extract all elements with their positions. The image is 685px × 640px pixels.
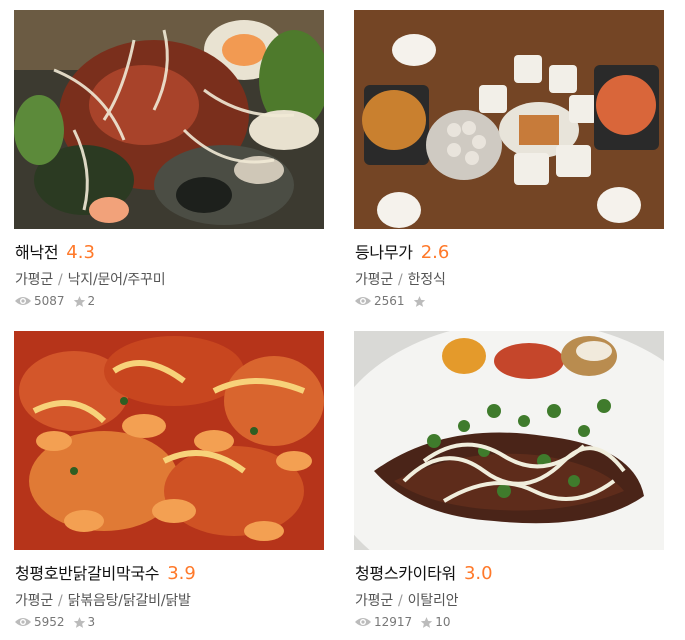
category-label: 한정식: [407, 272, 446, 288]
korean-table-set-photo[interactable]: [354, 10, 664, 229]
eye-icon: [15, 618, 31, 626]
seafood-hotpot-photo[interactable]: [14, 10, 324, 229]
star-icon: [413, 295, 425, 307]
separator: /: [398, 593, 403, 609]
eye-icon: [355, 297, 371, 305]
views-count: 5087: [34, 294, 65, 308]
category-label: 닭볶음탕/닭갈비/닭발: [67, 593, 191, 609]
rating-score: 3.9: [167, 563, 196, 584]
restaurant-name[interactable]: 해낙전: [15, 239, 59, 263]
rating-score: 3.0: [463, 563, 493, 584]
views-stat: 5087: [14, 294, 65, 308]
stats-row: 2561: [354, 294, 436, 308]
stats-row: 5952 3: [14, 615, 103, 629]
restaurant-name[interactable]: 등나무가: [355, 239, 413, 263]
eye-icon: [15, 297, 31, 305]
title-row: 등나무가 2.6: [355, 239, 449, 265]
views-stat: 2561: [354, 294, 405, 308]
rating-score: 4.3: [66, 242, 95, 263]
spicy-chicken-photo[interactable]: [14, 331, 324, 550]
views-count: 2561: [374, 294, 405, 308]
views-count: 5952: [34, 615, 65, 629]
separator: /: [58, 272, 63, 288]
favorites-stat: 3: [73, 615, 96, 629]
region-label: 가평군: [15, 593, 54, 609]
restaurant-name[interactable]: 청평호반닭갈비막국수: [15, 560, 160, 584]
favorites-count: 10: [435, 615, 451, 629]
location-category: 가평군 / 한정식: [355, 269, 446, 289]
title-row: 해낙전 4.3: [15, 239, 95, 265]
views-stat: 12917: [354, 615, 412, 629]
title-row: 청평호반닭갈비막국수 3.9: [15, 560, 196, 586]
star-icon: [73, 295, 85, 307]
views-stat: 5952: [14, 615, 65, 629]
region-label: 가평군: [355, 593, 394, 609]
category-label: 낙지/문어/주꾸미: [67, 272, 166, 288]
category-label: 이탈리안: [407, 593, 459, 609]
favorites-stat: 10: [420, 615, 450, 629]
location-category: 가평군 / 닭볶음탕/닭갈비/닭발: [15, 590, 191, 610]
star-icon: [73, 616, 85, 628]
steak-plate-photo[interactable]: [354, 331, 664, 550]
favorites-count: 3: [87, 615, 96, 629]
region-label: 가평군: [355, 272, 394, 288]
region-label: 가평군: [15, 272, 54, 288]
location-category: 가평군 / 낙지/문어/주꾸미: [15, 269, 166, 289]
eye-icon: [355, 618, 371, 626]
views-count: 12917: [374, 615, 413, 629]
location-category: 가평군 / 이탈리안: [355, 590, 459, 610]
favorites-count: 2: [87, 294, 96, 308]
separator: /: [398, 272, 403, 288]
stats-row: 12917 10: [354, 615, 458, 629]
star-icon: [421, 616, 433, 628]
restaurant-name[interactable]: 청평스카이타워: [355, 560, 456, 584]
favorites-stat: [413, 295, 428, 308]
favorites-stat: 2: [73, 294, 96, 308]
rating-score: 2.6: [420, 242, 450, 263]
stats-row: 5087 2: [14, 294, 103, 308]
title-row: 청평스카이타워 3.0: [355, 560, 493, 586]
separator: /: [58, 593, 63, 609]
